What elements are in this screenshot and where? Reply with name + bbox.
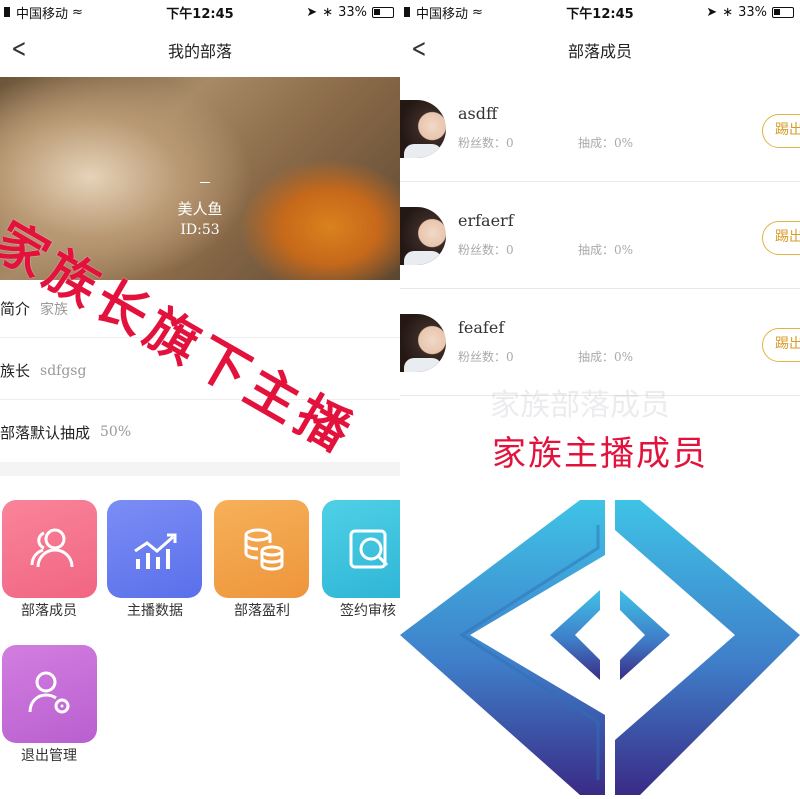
status-time: 下午12:45 — [566, 6, 634, 22]
tile-streamer-data[interactable] — [107, 500, 202, 598]
kick-button[interactable]: 踢出 — [762, 114, 800, 148]
tile-label-exit-management: 退出管理 — [21, 748, 77, 764]
tile-sign-review[interactable] — [322, 500, 400, 598]
battery-icon — [772, 6, 794, 18]
back-icon[interactable]: < — [411, 34, 426, 64]
overlay-clip: 家族长旗下主播 — [0, 0, 400, 480]
kick-button[interactable]: 踢出 — [762, 221, 800, 255]
status-bar-right: 中国移动 ≈ 下午12:45 ➤ ∗ 33% — [400, 0, 800, 24]
chart-icon — [133, 533, 176, 569]
tile-label-streamer-data: 主播数据 — [127, 603, 183, 619]
member-cut: 抽成：0% — [578, 350, 634, 364]
member-name: asdff — [458, 104, 498, 123]
member-fans: 粉丝数：0 — [458, 136, 514, 150]
kick-button[interactable]: 踢出 — [762, 328, 800, 362]
avatar — [400, 314, 446, 372]
member-fans: 粉丝数：0 — [458, 350, 514, 364]
tile-label-members: 部落成员 — [21, 603, 77, 619]
avatar — [400, 207, 446, 265]
tile-profit[interactable] — [214, 500, 309, 598]
signal-icon — [404, 7, 410, 17]
member-name: erfaerf — [458, 211, 514, 230]
member-row[interactable]: asdff 粉丝数：0 抽成：0% 踢出 — [400, 76, 800, 182]
tile-label-profit: 部落盈利 — [234, 603, 290, 619]
brand-logo-icon — [400, 500, 800, 795]
tile-members[interactable] — [2, 500, 97, 598]
overlay-caption: 家族主播成员 — [492, 434, 708, 474]
members-icon — [30, 528, 73, 568]
tile-label-sign-review: 签约审核 — [340, 603, 396, 619]
avatar — [400, 100, 446, 158]
member-cut: 抽成：0% — [578, 243, 634, 257]
tile-exit-management[interactable] — [2, 645, 97, 743]
status-right-group: ➤ ∗ 33% — [706, 5, 794, 20]
bluetooth-icon: ∗ — [722, 4, 734, 20]
battery-percent: 33% — [738, 4, 767, 20]
member-row[interactable]: erfaerf 粉丝数：0 抽成：0% 踢出 — [400, 183, 800, 289]
user-settings-icon — [28, 671, 69, 714]
nav-bar-right: < 部落成员 — [400, 30, 800, 70]
coins-icon — [244, 528, 283, 571]
member-fans: 粉丝数：0 — [458, 243, 514, 257]
carrier-info: 中国移动 ≈ — [404, 3, 483, 22]
faded-watermark-text: 家族部落成员 — [490, 388, 670, 423]
location-icon: ➤ — [706, 4, 718, 20]
member-name: feafef — [458, 318, 505, 337]
page-title: 部落成员 — [567, 42, 632, 61]
wifi-icon: ≈ — [472, 4, 483, 20]
member-cut: 抽成：0% — [578, 136, 634, 150]
review-icon — [349, 529, 389, 569]
overlay-caption-diagonal: 家族长旗下主播 — [0, 211, 366, 467]
carrier-label: 中国移动 — [416, 6, 469, 22]
